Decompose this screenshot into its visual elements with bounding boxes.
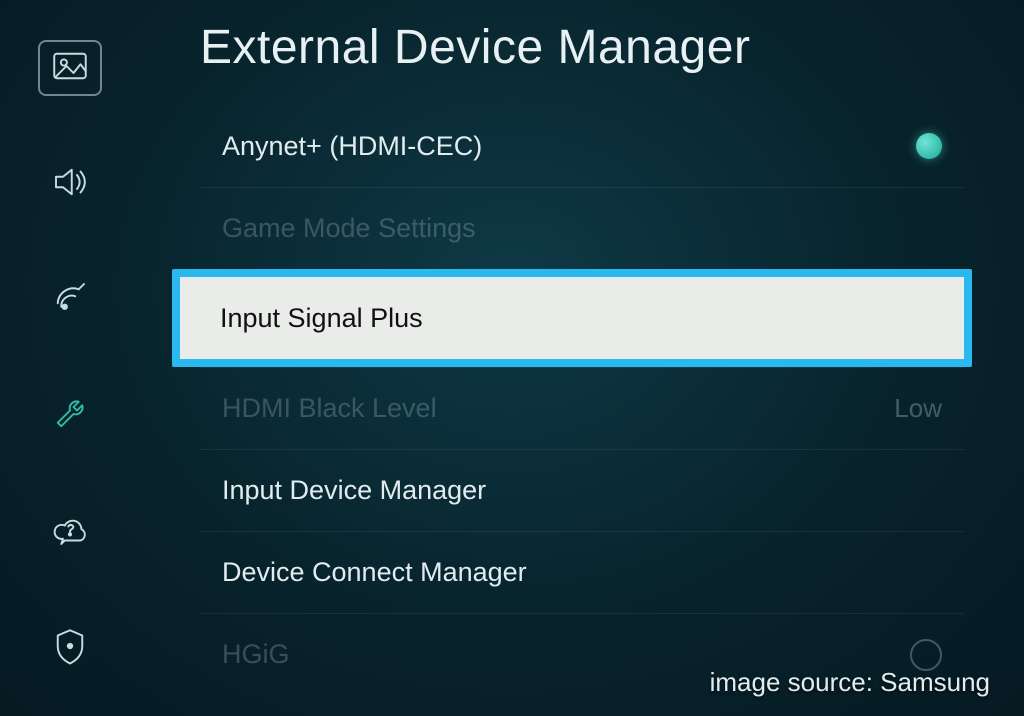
settings-screen: External Device Manager Anynet+ (HDMI-CE… (0, 0, 1024, 716)
main-panel: External Device Manager Anynet+ (HDMI-CE… (140, 0, 1024, 716)
sidebar-item-general[interactable] (38, 388, 102, 444)
cloud-question-icon (49, 509, 91, 556)
row-input-device-manager[interactable]: Input Device Manager (200, 449, 964, 531)
sidebar-item-privacy[interactable] (38, 620, 102, 676)
satellite-icon (49, 277, 91, 324)
sidebar-item-picture[interactable] (38, 40, 102, 96)
toggle-off-icon (910, 639, 942, 671)
row-anynet[interactable]: Anynet+ (HDMI-CEC) (200, 105, 964, 187)
sidebar (0, 0, 140, 716)
image-source-caption: image source: Samsung (710, 667, 990, 698)
row-label: HDMI Black Level (222, 393, 437, 424)
row-label: Input Signal Plus (220, 303, 423, 334)
shield-icon (49, 625, 91, 672)
sidebar-item-broadcast[interactable] (38, 272, 102, 328)
row-label: Device Connect Manager (222, 557, 527, 588)
row-hdmi-black-level: HDMI Black Level Low (200, 367, 964, 449)
picture-icon (49, 45, 91, 92)
row-label: Input Device Manager (222, 475, 486, 506)
row-value: Low (894, 393, 942, 424)
row-input-signal-plus[interactable]: Input Signal Plus (172, 269, 972, 367)
speaker-icon (49, 161, 91, 208)
row-label: HGiG (222, 639, 290, 670)
row-device-connect-manager[interactable]: Device Connect Manager (200, 531, 964, 613)
toggle-on-icon[interactable] (916, 133, 942, 159)
page-title: External Device Manager (200, 20, 984, 75)
row-label: Anynet+ (HDMI-CEC) (222, 131, 482, 162)
wrench-icon (49, 393, 91, 440)
sidebar-item-sound[interactable] (38, 156, 102, 212)
sidebar-item-support[interactable] (38, 504, 102, 560)
row-game-mode: Game Mode Settings (200, 187, 964, 269)
settings-list: Anynet+ (HDMI-CEC) Game Mode Settings In… (200, 105, 964, 695)
row-label: Game Mode Settings (222, 213, 476, 244)
